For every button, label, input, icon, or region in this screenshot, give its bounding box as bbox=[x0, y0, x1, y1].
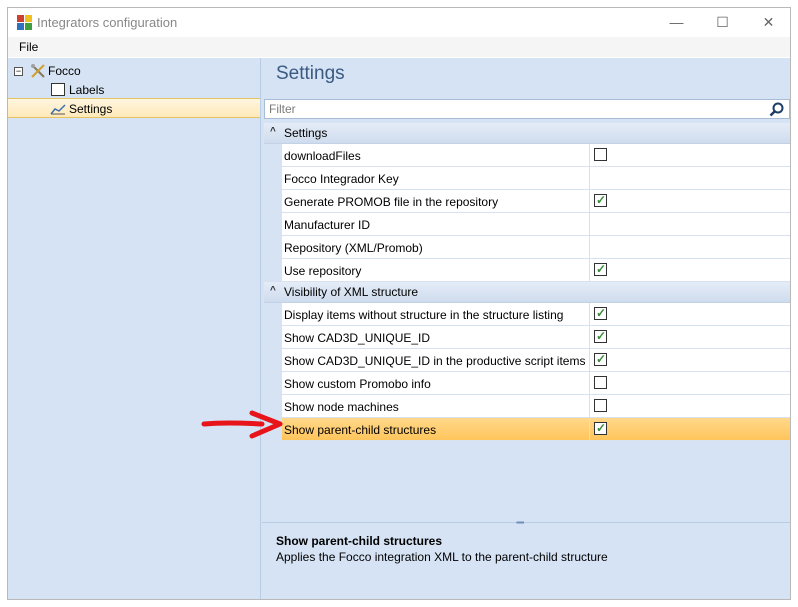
property-row[interactable]: Manufacturer ID bbox=[264, 213, 790, 236]
maximize-button[interactable]: ☐ bbox=[700, 8, 745, 37]
labels-icon bbox=[51, 83, 65, 96]
navigation-tree: − Focco Labels Settings bbox=[8, 58, 261, 599]
category-settings[interactable]: ^ Settings bbox=[264, 123, 790, 144]
property-name: Focco Integrador Key bbox=[284, 172, 399, 186]
app-window: Integrators configuration — ☐ ✕ File − F… bbox=[7, 7, 791, 600]
title-bar: Integrators configuration — ☐ ✕ bbox=[8, 8, 790, 37]
row-gutter bbox=[264, 167, 282, 189]
property-row[interactable]: Show CAD3D_UNIQUE_ID in the productive s… bbox=[264, 349, 790, 372]
property-grid: ^ Settings downloadFiles Focco Integrado… bbox=[264, 123, 790, 441]
tree-item-labels[interactable]: Labels bbox=[69, 81, 104, 99]
row-gutter bbox=[264, 372, 282, 394]
show-cad3d-script-checkbox[interactable] bbox=[594, 352, 607, 366]
tree-item-settings[interactable]: Settings bbox=[8, 98, 260, 118]
category-label: Visibility of XML structure bbox=[284, 285, 419, 299]
column-divider bbox=[589, 236, 590, 258]
column-divider bbox=[589, 349, 590, 371]
download-files-checkbox[interactable] bbox=[594, 148, 607, 161]
property-name: Repository (XML/Promob) bbox=[284, 241, 423, 255]
column-divider bbox=[589, 372, 590, 394]
category-visibility-xml[interactable]: ^ Visibility of XML structure bbox=[264, 282, 790, 303]
column-divider bbox=[589, 144, 590, 166]
property-name: Show parent-child structures bbox=[284, 423, 437, 437]
menu-file[interactable]: File bbox=[19, 40, 38, 54]
menu-bar: File bbox=[8, 37, 790, 57]
property-row[interactable]: Show CAD3D_UNIQUE_ID bbox=[264, 326, 790, 349]
property-row[interactable]: Display items without structure in the s… bbox=[264, 303, 790, 326]
column-divider bbox=[589, 167, 590, 189]
property-row[interactable]: Focco Integrador Key bbox=[264, 167, 790, 190]
row-gutter bbox=[264, 259, 282, 281]
column-divider bbox=[589, 395, 590, 417]
description-text: Applies the Focco integration XML to the… bbox=[276, 550, 608, 564]
filter-box bbox=[264, 99, 790, 119]
app-icon bbox=[17, 15, 32, 30]
property-panel: Settings ^ Settings downloadFiles bbox=[262, 58, 790, 599]
red-arrow-annotation bbox=[201, 410, 283, 439]
show-custom-promobo-checkbox[interactable] bbox=[594, 376, 607, 389]
property-name: Display items without structure in the s… bbox=[284, 308, 564, 322]
resize-grip-icon[interactable]: ▪▪▪▪ bbox=[516, 518, 524, 527]
chart-icon bbox=[50, 104, 66, 115]
column-divider bbox=[589, 418, 590, 440]
row-gutter bbox=[264, 213, 282, 235]
property-name: Show CAD3D_UNIQUE_ID bbox=[284, 331, 431, 345]
property-name: Show custom Promobo info bbox=[284, 377, 431, 391]
description-pane: ▪▪▪▪ Show parent-child structures Applie… bbox=[262, 518, 790, 599]
page-title: Settings bbox=[276, 63, 345, 84]
search-icon[interactable] bbox=[769, 102, 785, 118]
property-name: downloadFiles bbox=[284, 149, 361, 163]
tree-collapse-toggle[interactable]: − bbox=[14, 67, 23, 76]
property-name: Use repository bbox=[284, 264, 362, 278]
generate-promob-checkbox[interactable] bbox=[594, 193, 607, 207]
row-gutter bbox=[264, 144, 282, 166]
property-row[interactable]: downloadFiles bbox=[264, 144, 790, 167]
chevron-up-icon[interactable]: ^ bbox=[270, 285, 276, 296]
property-row-selected[interactable]: Show parent-child structures bbox=[264, 418, 790, 441]
tools-icon bbox=[31, 64, 45, 78]
row-gutter bbox=[264, 326, 282, 348]
property-name: Manufacturer ID bbox=[284, 218, 371, 232]
tree-item-focco[interactable]: Focco bbox=[48, 62, 81, 80]
property-row[interactable]: Repository (XML/Promob) bbox=[264, 236, 790, 259]
show-node-machines-checkbox[interactable] bbox=[594, 399, 607, 412]
column-divider bbox=[589, 190, 590, 212]
row-gutter bbox=[264, 190, 282, 212]
property-row[interactable]: Generate PROMOB file in the repository bbox=[264, 190, 790, 213]
column-divider bbox=[589, 259, 590, 281]
property-row[interactable]: Show node machines bbox=[264, 395, 790, 418]
description-title: Show parent-child structures bbox=[276, 534, 443, 548]
show-cad3d-id-checkbox[interactable] bbox=[594, 329, 607, 343]
filter-input[interactable] bbox=[265, 100, 765, 118]
show-parent-child-checkbox[interactable] bbox=[594, 421, 607, 435]
column-divider bbox=[589, 213, 590, 235]
property-row[interactable]: Show custom Promobo info bbox=[264, 372, 790, 395]
column-divider bbox=[589, 303, 590, 325]
tree-item-settings-label: Settings bbox=[69, 102, 113, 116]
property-row[interactable]: Use repository bbox=[264, 259, 790, 282]
chevron-up-icon[interactable]: ^ bbox=[270, 126, 276, 137]
use-repository-checkbox[interactable] bbox=[594, 262, 607, 276]
window-title: Integrators configuration bbox=[37, 15, 178, 30]
row-gutter bbox=[264, 303, 282, 325]
row-gutter bbox=[264, 236, 282, 258]
property-name: Show CAD3D_UNIQUE_ID in the productive s… bbox=[284, 354, 586, 368]
row-gutter bbox=[264, 349, 282, 371]
minimize-button[interactable]: — bbox=[654, 8, 699, 37]
property-name: Generate PROMOB file in the repository bbox=[284, 195, 499, 209]
display-items-checkbox[interactable] bbox=[594, 306, 607, 320]
property-name: Show node machines bbox=[284, 400, 399, 414]
column-divider bbox=[589, 326, 590, 348]
category-label: Settings bbox=[284, 126, 328, 140]
close-button[interactable]: ✕ bbox=[746, 8, 791, 37]
